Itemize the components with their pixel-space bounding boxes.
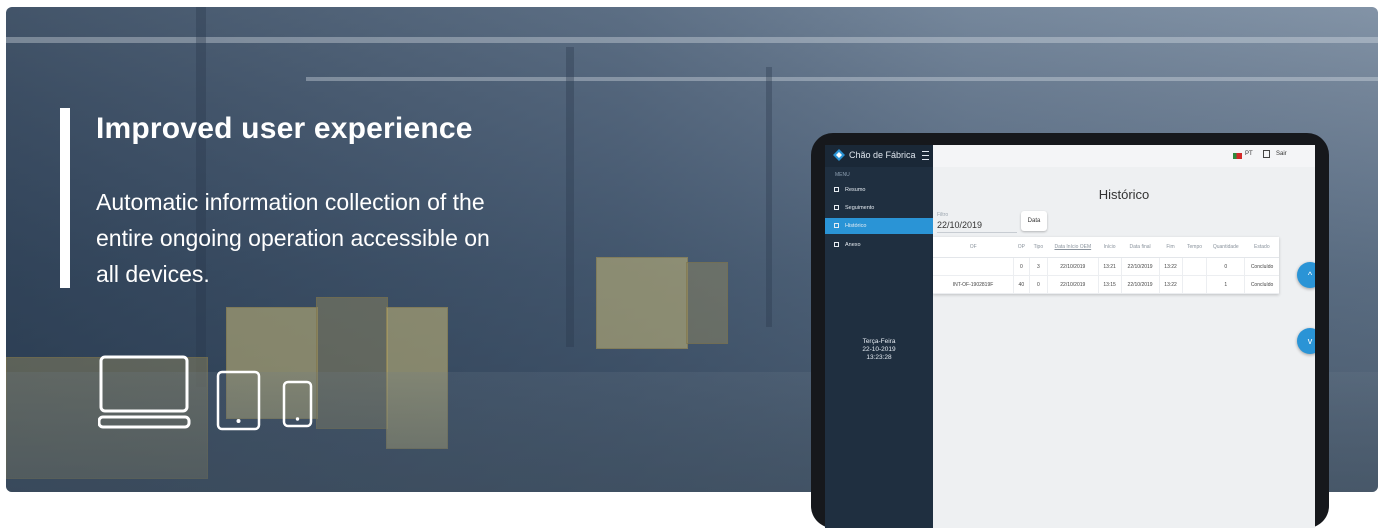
top-bar: PT Sair xyxy=(933,145,1315,168)
sidebar-item-label: Seguimento xyxy=(845,205,875,211)
table-row[interactable]: 0 3 22/10/2019 13:21 22/10/2019 13:22 0 … xyxy=(933,257,1279,276)
table-cell: 3 xyxy=(1029,257,1049,276)
crate-stack xyxy=(686,262,728,344)
table-cell: 0 xyxy=(1029,275,1049,294)
weekday-label: Terça-Feira xyxy=(862,338,896,345)
table-cell: 22/10/2019 xyxy=(1121,257,1160,276)
column-header: Data final xyxy=(1121,237,1160,258)
date-label: 22-10-2019 xyxy=(862,346,896,353)
menu-toggle-icon[interactable] xyxy=(922,151,929,160)
exit-link[interactable]: Sair xyxy=(1276,151,1287,157)
factory-column xyxy=(766,67,772,327)
table-row[interactable]: INT-OF-1902819F 40 0 22/10/2019 13:15 22… xyxy=(933,275,1279,294)
headline-accent-bar xyxy=(60,108,70,288)
sidebar-item-resumo[interactable]: Resumo xyxy=(825,182,933,198)
column-header: OF xyxy=(933,237,1014,258)
column-header: Fim xyxy=(1159,237,1183,258)
menu-caption: MENU xyxy=(835,172,850,178)
table-cell: 22/10/2019 xyxy=(1121,275,1160,294)
factory-column xyxy=(566,47,574,347)
square-icon xyxy=(834,242,839,247)
sidebar-header: Chão de Fábrica xyxy=(825,145,933,167)
table-header-row: OF OP Tipo Data Início OEM Início Data f… xyxy=(933,237,1279,258)
table-cell: 22/10/2019 xyxy=(1047,257,1099,276)
sidebar-item-label: Histórico xyxy=(845,223,867,229)
app-screen: Chão de Fábrica MENU Resumo Seguimento H… xyxy=(825,145,1315,528)
column-header: Quantidade xyxy=(1206,237,1245,258)
language-selector[interactable]: PT xyxy=(1245,151,1253,157)
table-cell: 0 xyxy=(1206,257,1246,276)
square-icon xyxy=(834,223,839,228)
sidebar-clock: Terça-Feira 22-10-2019 13:23:28 xyxy=(825,338,933,362)
app-logo-icon xyxy=(833,149,845,161)
sidebar-item-label: Resumo xyxy=(845,187,866,193)
square-icon xyxy=(834,187,839,192)
ceiling-beam xyxy=(306,77,1378,81)
hero-description: Automatic information collection of the … xyxy=(96,189,490,287)
date-button[interactable]: Data xyxy=(1021,211,1047,231)
history-table: OF OP Tipo Data Início OEM Início Data f… xyxy=(933,237,1279,294)
table-cell: 13:21 xyxy=(1098,257,1122,276)
table-cell: 40 xyxy=(1013,275,1030,294)
column-header: Início xyxy=(1098,237,1122,258)
column-header: Tempo xyxy=(1182,237,1207,258)
hero-headline: Improved user experience xyxy=(96,112,473,145)
table-cell: 13:15 xyxy=(1098,275,1122,294)
tablet-mockup: Chão de Fábrica MENU Resumo Seguimento H… xyxy=(811,133,1329,528)
app-title: Chão de Fábrica xyxy=(849,150,916,160)
page-title: Histórico xyxy=(1098,187,1150,202)
table-cell: INT-OF-1902819F xyxy=(933,275,1014,294)
column-header: Data Início OEM xyxy=(1047,237,1099,258)
column-header: Estado xyxy=(1244,237,1279,258)
sidebar-item-anexo[interactable]: Anexo xyxy=(825,237,933,253)
crate-stack xyxy=(596,257,688,349)
square-icon xyxy=(834,205,839,210)
main-content: Histórico Filtro 22/10/2019 Data OF OP T… xyxy=(933,167,1315,528)
table-cell: Concluído xyxy=(1244,257,1279,276)
sidebar: Chão de Fábrica MENU Resumo Seguimento H… xyxy=(825,145,933,528)
table-cell: 1 xyxy=(1206,275,1246,294)
sidebar-item-seguimento[interactable]: Seguimento xyxy=(825,200,933,216)
table-cell: 0 xyxy=(1013,257,1030,276)
table-cell: Concluído xyxy=(1244,275,1279,294)
table-cell: 13:22 xyxy=(1159,275,1183,294)
phone-icon xyxy=(282,380,313,428)
time-label: 13:23:28 xyxy=(866,354,892,361)
column-header: OP xyxy=(1013,237,1030,258)
table-cell xyxy=(1182,275,1208,294)
exit-icon[interactable] xyxy=(1263,150,1270,158)
table-cell: 13:22 xyxy=(1159,257,1183,276)
sidebar-item-label: Anexo xyxy=(845,242,861,248)
sidebar-item-historico[interactable]: Histórico xyxy=(825,218,933,234)
tablet-icon xyxy=(216,370,261,431)
table-cell xyxy=(933,257,1014,276)
column-header: Tipo xyxy=(1029,237,1048,258)
laptop-icon xyxy=(98,355,191,429)
table-cell xyxy=(1182,257,1208,276)
date-filter-caption: Filtro xyxy=(937,212,949,218)
table-cell: 22/10/2019 xyxy=(1047,275,1099,294)
portugal-flag-icon[interactable] xyxy=(1233,153,1242,159)
date-filter-input[interactable]: 22/10/2019 xyxy=(937,220,1017,233)
ceiling-beam xyxy=(6,37,1378,43)
